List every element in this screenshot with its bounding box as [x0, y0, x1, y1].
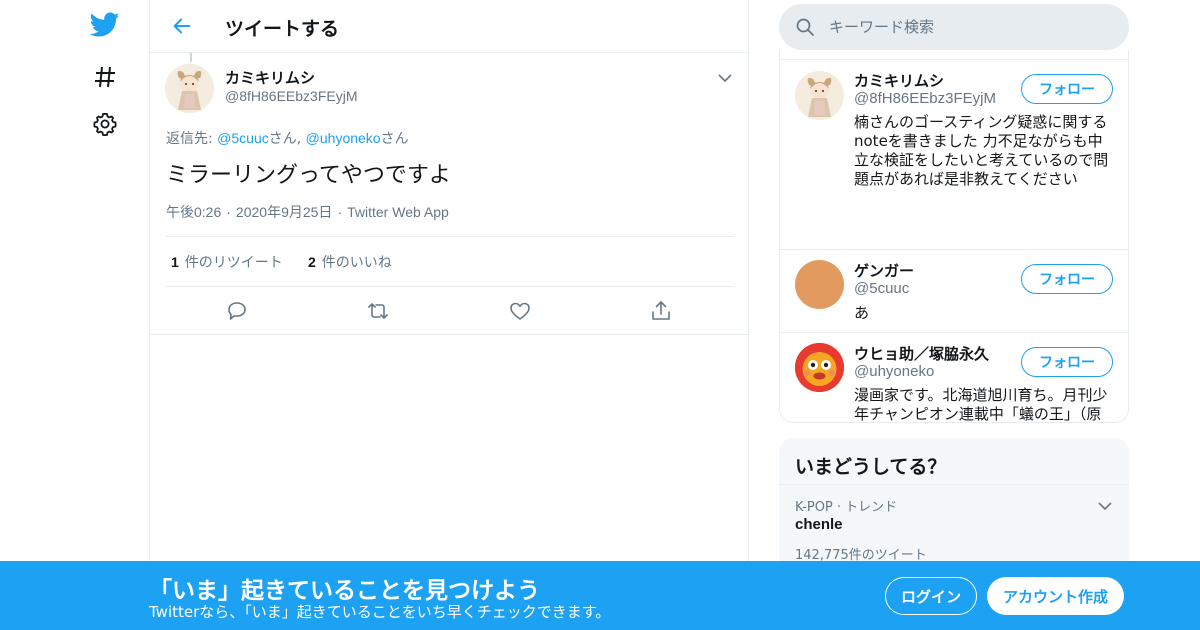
- user-card[interactable]: ウヒョ助／塚脇永久 @uhyoneko フォロー 漫画家です。北海道旭川育ち。月…: [780, 332, 1128, 423]
- reply-prefix: 返信先:: [166, 131, 218, 147]
- page: ツイートする カミキリムシ @8fH86EEbz3FEyjM 返信先: @5cu…: [0, 0, 1200, 630]
- user-avatar[interactable]: [795, 343, 844, 392]
- main-header: ツイートする: [150, 0, 750, 53]
- retweet-count: 1: [171, 254, 179, 270]
- follow-button[interactable]: フォロー: [1021, 74, 1113, 104]
- tweet-actions: [150, 287, 750, 335]
- reply-separator: ,: [296, 131, 306, 147]
- settings-gear-icon[interactable]: [90, 109, 120, 139]
- like-count: 2: [308, 254, 316, 270]
- user-name[interactable]: カミキリムシ: [854, 70, 944, 91]
- back-arrow-icon: [173, 18, 191, 34]
- user-bio: 楠さんのゴースティング疑惑に関するnoteを書きました 力不足ながらも中立な検証…: [854, 113, 1109, 188]
- like-count-link[interactable]: 2 件のいいね: [308, 252, 392, 272]
- user-card[interactable]: カミキリムシ @8fH86EEbz3FEyjM フォロー 楠さんのゴースティング…: [780, 59, 1128, 249]
- retweet-count-link[interactable]: 1 件のリツイート: [171, 252, 283, 272]
- search-box[interactable]: [779, 4, 1129, 50]
- trends-title: いまどうしてる？: [795, 456, 947, 478]
- banner-subtitle: Twitterなら、「いま」起きていることをいち早くチェックできます。: [149, 603, 611, 621]
- reply-to-line: 返信先: @5cuucさん, @uhyonekoさん: [166, 128, 409, 148]
- user-bio: あ: [854, 304, 870, 322]
- reply-to-user-5cuuc[interactable]: @5cuuc: [217, 130, 269, 146]
- page-title: ツイートする: [225, 18, 340, 40]
- user-handle[interactable]: @8fH86EEbz3FEyjM: [854, 90, 996, 107]
- reply-icon[interactable]: [225, 299, 249, 323]
- trends-panel: いまどうしてる？ K-POP · トレンド chenle 142,775件のツイ…: [779, 438, 1129, 568]
- follow-button[interactable]: フォロー: [1021, 347, 1113, 377]
- twitter-bird-icon[interactable]: [90, 10, 120, 40]
- tweet-author-avatar[interactable]: [165, 64, 214, 113]
- trend-category: K-POP · トレンド: [795, 500, 898, 515]
- explore-hashtag-icon[interactable]: [90, 62, 120, 92]
- search-input[interactable]: [829, 15, 1109, 39]
- tweet-author-handle[interactable]: @8fH86EEbz3FEyjM: [225, 88, 357, 104]
- reply-to-user-uhyoneko[interactable]: @uhyoneko: [306, 130, 381, 146]
- login-button[interactable]: ログイン: [885, 577, 977, 615]
- reply-san-2: さん: [380, 131, 409, 147]
- trend-name: chenle: [795, 516, 843, 533]
- user-avatar[interactable]: [795, 260, 844, 309]
- trend-menu-chevron-icon[interactable]: [1097, 497, 1113, 511]
- left-nav: [80, 0, 150, 630]
- like-heart-icon[interactable]: [508, 299, 532, 323]
- user-name[interactable]: ウヒョ助／塚脇永久: [854, 343, 989, 364]
- thread-line: [190, 53, 192, 62]
- follow-button[interactable]: フォロー: [1021, 264, 1113, 294]
- tweet-author-name[interactable]: カミキリムシ: [225, 67, 315, 88]
- back-button[interactable]: [168, 12, 196, 40]
- signup-button[interactable]: アカウント作成: [987, 577, 1124, 615]
- user-avatar[interactable]: [795, 71, 844, 120]
- like-count-label: 件のいいね: [321, 255, 392, 271]
- user-name[interactable]: ゲンガー: [854, 260, 914, 281]
- signup-banner: 「いま」起きていることを見つけよう Twitterなら、「いま」起きていることを…: [0, 561, 1200, 630]
- tweet-stats: 1 件のリツイート 2 件のいいね: [166, 236, 734, 287]
- meta-dot: ·: [337, 204, 343, 220]
- user-card[interactable]: ゲンガー @5cuuc フォロー あ: [780, 249, 1128, 332]
- tweet-metadata: 午後0:26 · 2020年9月25日 · Twitter Web App: [166, 202, 449, 222]
- retweet-count-label: 件のリツイート: [184, 255, 283, 271]
- tweet-source[interactable]: Twitter Web App: [347, 204, 449, 220]
- main-column: ツイートする カミキリムシ @8fH86EEbz3FEyjM 返信先: @5cu…: [149, 0, 750, 630]
- banner-title: 「いま」起きていることを見つけよう: [149, 578, 540, 604]
- user-handle[interactable]: @5cuuc: [854, 280, 909, 297]
- tweet-time[interactable]: 午後0:26: [166, 204, 221, 220]
- trend-item[interactable]: K-POP · トレンド chenle 142,775件のツイート: [779, 484, 1129, 568]
- retweet-icon[interactable]: [366, 299, 390, 323]
- who-to-follow-panel: カミキリムシ @8fH86EEbz3FEyjM フォロー 楠さんのゴースティング…: [779, 50, 1129, 423]
- search-icon: [796, 18, 814, 36]
- tweet-text: ミラーリングってやつですよ: [166, 163, 451, 188]
- share-icon[interactable]: [649, 299, 673, 323]
- tweet-menu-chevron-icon[interactable]: [716, 70, 734, 84]
- reply-san-1: さん: [268, 131, 297, 147]
- tweet-date[interactable]: 2020年9月25日: [236, 204, 333, 220]
- user-bio: 漫画家です。北海道旭川育ち。月刊少年チャンピオン連載中「蟻の王」（原作担当）近代…: [854, 386, 1108, 423]
- meta-dot: ·: [226, 204, 231, 220]
- user-handle[interactable]: @uhyoneko: [854, 363, 934, 380]
